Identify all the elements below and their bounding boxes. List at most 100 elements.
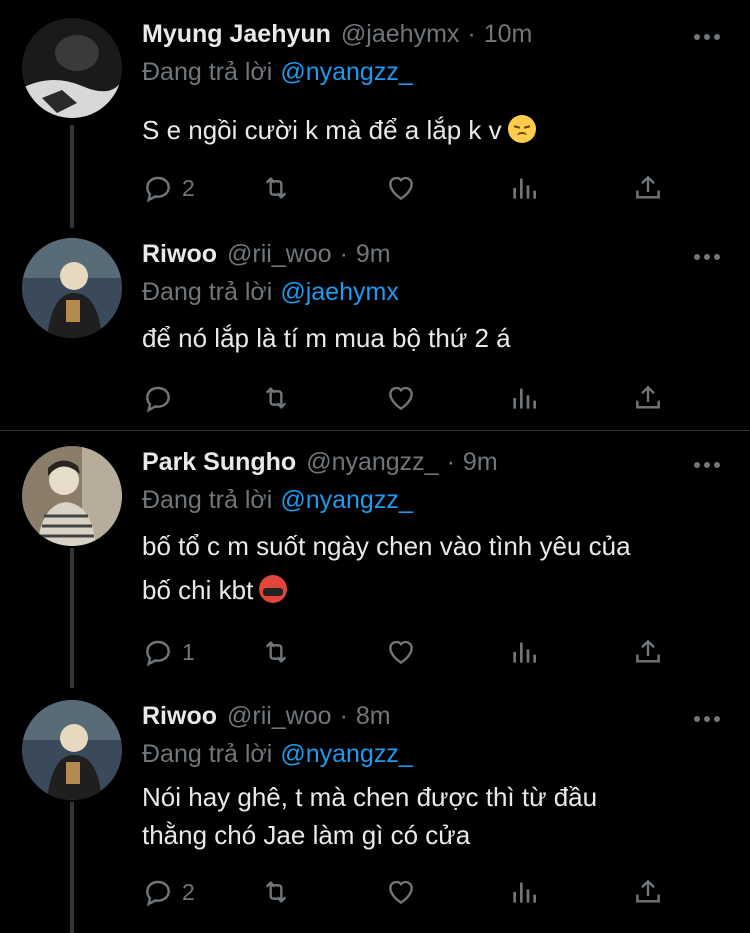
tweet-text-line-1: bố tổ c m suốt ngày chen vào tình yêu củ… [142, 531, 631, 561]
face-with-symbols-on-mouth-emoji [259, 575, 288, 603]
share-button[interactable] [632, 168, 664, 208]
tweet-text-content: để nó lắp là tí m mua bộ thứ 2 á [142, 323, 511, 353]
timestamp[interactable]: 9m [356, 240, 391, 269]
tweet-text-content: S e ngồi cười k mà để a lắp k v [142, 115, 502, 145]
tweet-header: Riwoo @rii_woo · 8m [142, 702, 391, 738]
action-bar: 2 [142, 168, 672, 208]
tweet-text: để nó lắp là tí m mua bộ thứ 2 á [142, 316, 722, 360]
separator-dot: · [446, 448, 455, 476]
reply-icon [146, 176, 170, 203]
more-icon[interactable] [694, 462, 720, 470]
reply-icon [146, 386, 170, 413]
tweet-text: bố tổ c m suốt ngày chen vào tình yêu củ… [142, 524, 722, 612]
views-icon [513, 882, 536, 903]
replying-to: Đang trả lời @nyangzz_ [142, 486, 413, 515]
timestamp[interactable]: 10m [484, 20, 533, 49]
replying-to-label: Đang trả lời [142, 58, 273, 86]
retweet-button[interactable] [260, 872, 292, 912]
more-icon[interactable] [694, 716, 720, 724]
user-handle[interactable]: @rii_woo [227, 240, 332, 269]
avatar[interactable] [22, 700, 122, 800]
reply-count: 2 [182, 174, 195, 201]
views-button[interactable] [508, 632, 540, 672]
action-bar: 2 [142, 872, 672, 912]
tweet-3[interactable]: Park Sungho @nyangzz_ · 9m Đang trả lời @… [0, 436, 750, 688]
share-button[interactable] [632, 632, 664, 672]
like-icon [389, 640, 413, 665]
like-button[interactable] [385, 872, 417, 912]
avatar[interactable] [22, 238, 122, 338]
user-handle[interactable]: @nyangzz_ [306, 448, 438, 477]
mention-link[interactable]: @jaehymx [280, 278, 398, 306]
mention-link[interactable]: @nyangzz_ [280, 486, 412, 514]
retweet-icon [265, 880, 287, 904]
more-icon[interactable] [694, 34, 720, 42]
replying-to: Đang trả lời @nyangzz_ [142, 740, 413, 769]
tweet-text-line-2-content: bố chi kbt [142, 575, 254, 605]
more-icon[interactable] [694, 254, 720, 262]
thread-line [70, 548, 74, 688]
replying-to: Đang trả lời @nyangzz_ [142, 58, 413, 87]
display-name[interactable]: Riwoo [142, 702, 217, 731]
share-button[interactable] [632, 872, 664, 912]
user-handle[interactable]: @rii_woo [227, 702, 332, 731]
reply-button[interactable] [142, 378, 174, 418]
replying-to-label: Đang trả lời [142, 740, 273, 768]
avatar[interactable] [22, 18, 122, 118]
reply-count: 2 [182, 878, 195, 905]
tweet-header: Myung Jaehyun @jaehymx · 10m [142, 20, 532, 56]
reply-button[interactable]: 2 [142, 872, 195, 912]
like-button[interactable] [385, 168, 417, 208]
display-name[interactable]: Park Sungho [142, 448, 296, 477]
like-icon [389, 176, 413, 201]
mention-link[interactable]: @nyangzz_ [280, 58, 412, 86]
views-button[interactable] [508, 872, 540, 912]
reply-button[interactable]: 1 [142, 632, 195, 672]
views-icon [513, 388, 536, 409]
tweet-header: Park Sungho @nyangzz_ · 9m [142, 448, 498, 484]
views-icon [513, 178, 536, 199]
like-icon [389, 386, 413, 411]
views-button[interactable] [508, 378, 540, 418]
tweet-1[interactable]: Myung Jaehyun @jaehymx · 10m Đang trả lờ… [0, 0, 750, 228]
separator-dot: · [467, 20, 476, 48]
mention-link[interactable]: @nyangzz_ [280, 740, 412, 768]
like-button[interactable] [385, 632, 417, 672]
reply-icon [146, 880, 170, 907]
tweet-text-line-2: thằng chó Jae làm gì có cửa [142, 820, 471, 850]
timestamp[interactable]: 8m [356, 702, 391, 731]
retweet-button[interactable] [260, 632, 292, 672]
reply-button[interactable]: 2 [142, 168, 195, 208]
tweet-text: S e ngồi cười k mà để a lắp k v [142, 108, 722, 152]
tweet-text-line-1: Nói hay ghê, t mà chen được thì từ đầu [142, 782, 598, 812]
share-button[interactable] [632, 378, 664, 418]
timestamp[interactable]: 9m [463, 448, 498, 477]
retweet-icon [265, 386, 287, 410]
tweet-2[interactable]: Riwoo @rii_woo · 9m Đang trả lời @jaehymx… [0, 228, 750, 428]
avatar[interactable] [22, 446, 122, 546]
like-button[interactable] [385, 378, 417, 418]
retweet-icon [265, 640, 287, 664]
thread-divider [0, 430, 750, 431]
views-button[interactable] [508, 168, 540, 208]
share-icon [636, 639, 660, 663]
thread-line [70, 802, 74, 933]
display-name[interactable]: Myung Jaehyun [142, 20, 331, 49]
share-icon [636, 385, 660, 409]
tweet-4[interactable]: Riwoo @rii_woo · 8m Đang trả lời @nyangzz… [0, 690, 750, 933]
retweet-button[interactable] [260, 168, 292, 208]
reply-icon [146, 640, 170, 667]
retweet-button[interactable] [260, 378, 292, 418]
replying-to-label: Đang trả lời [142, 278, 273, 306]
retweet-icon [265, 176, 287, 200]
replying-to-label: Đang trả lời [142, 486, 273, 514]
disappointed-face-emoji [507, 115, 536, 143]
tweet-text-line-2: bố chi kbt [142, 568, 722, 612]
views-icon [513, 642, 536, 663]
separator-dot: · [339, 240, 348, 268]
share-icon [636, 879, 660, 903]
share-icon [636, 175, 660, 199]
display-name[interactable]: Riwoo [142, 240, 217, 269]
user-handle[interactable]: @jaehymx [341, 20, 459, 49]
reply-count: 1 [182, 638, 195, 665]
